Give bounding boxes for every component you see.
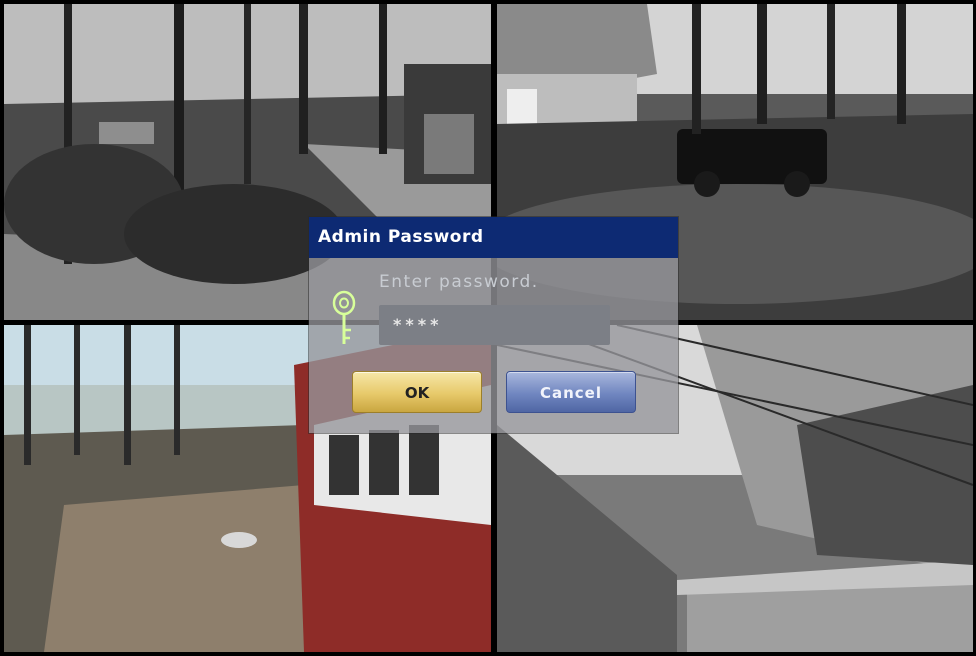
cancel-button[interactable]: Cancel <box>506 371 636 413</box>
password-input[interactable]: **** <box>379 305 610 345</box>
password-prompt: Enter password. <box>379 272 539 292</box>
dialog-title: Admin Password <box>309 217 678 258</box>
ok-button[interactable]: OK <box>352 371 482 413</box>
key-icon <box>331 290 357 348</box>
admin-password-dialog: Admin Password Enter password. **** OK C… <box>309 217 678 433</box>
